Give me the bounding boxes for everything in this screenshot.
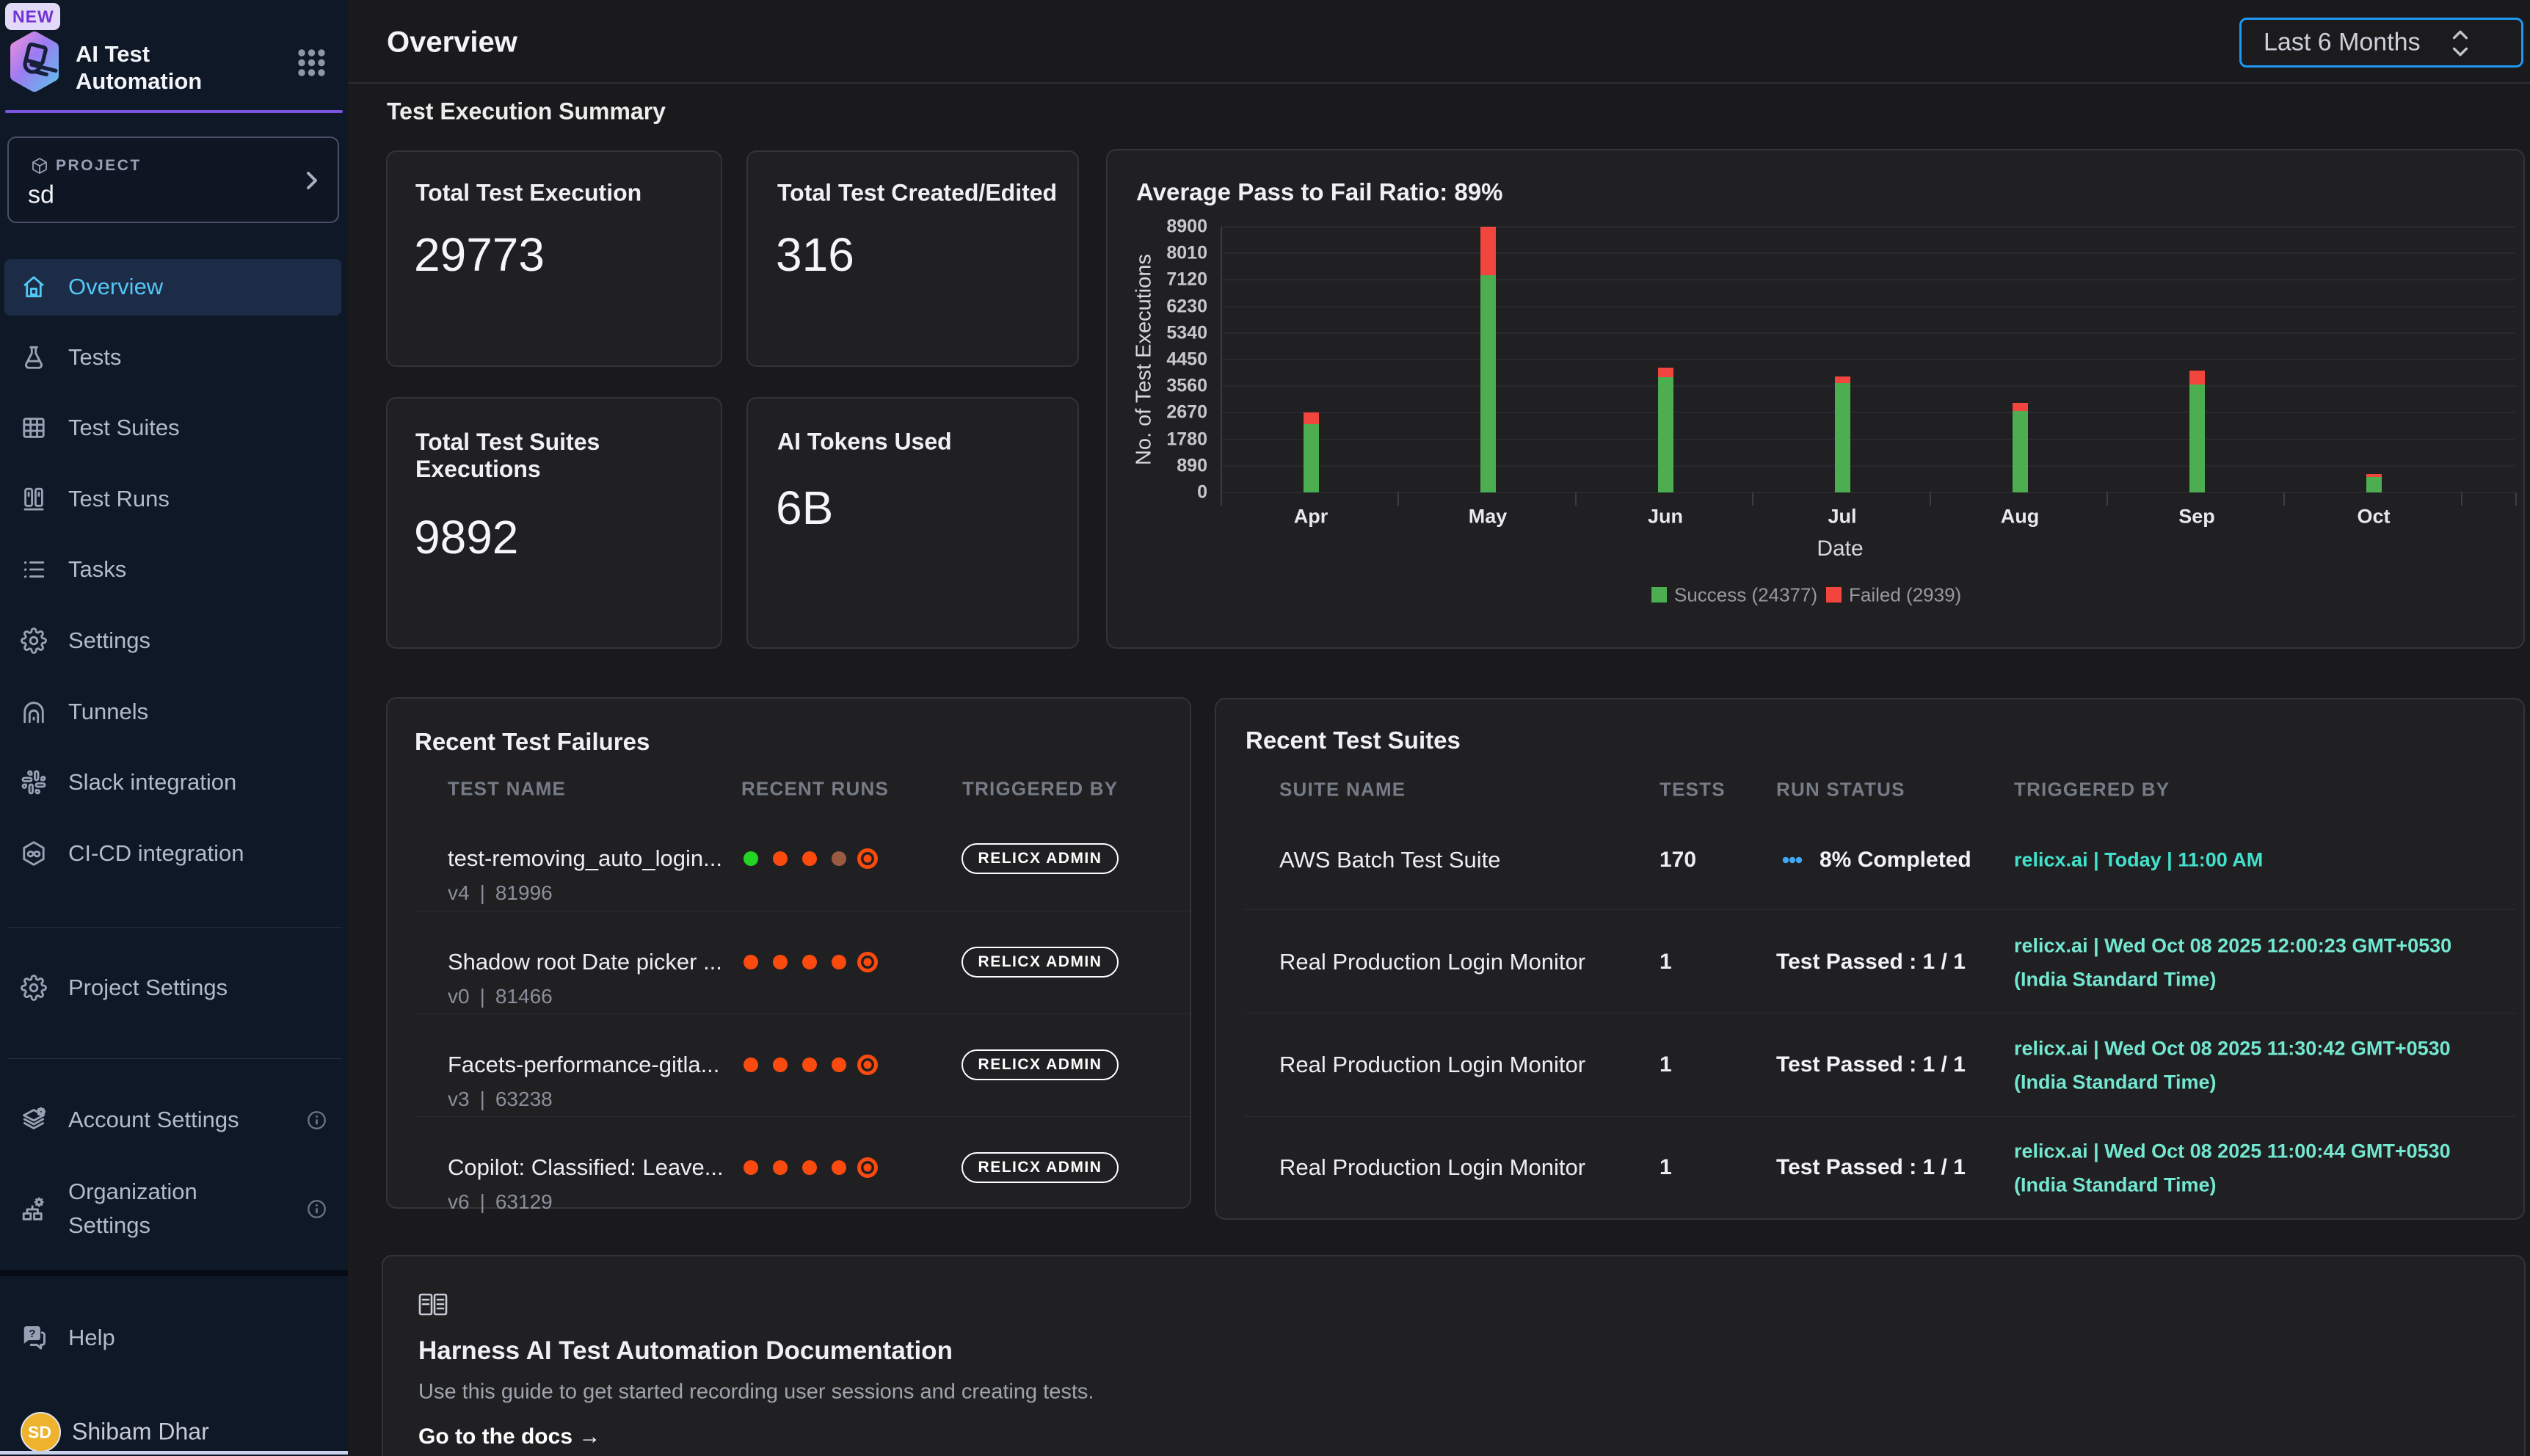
svg-text:?: ? <box>29 1328 35 1340</box>
